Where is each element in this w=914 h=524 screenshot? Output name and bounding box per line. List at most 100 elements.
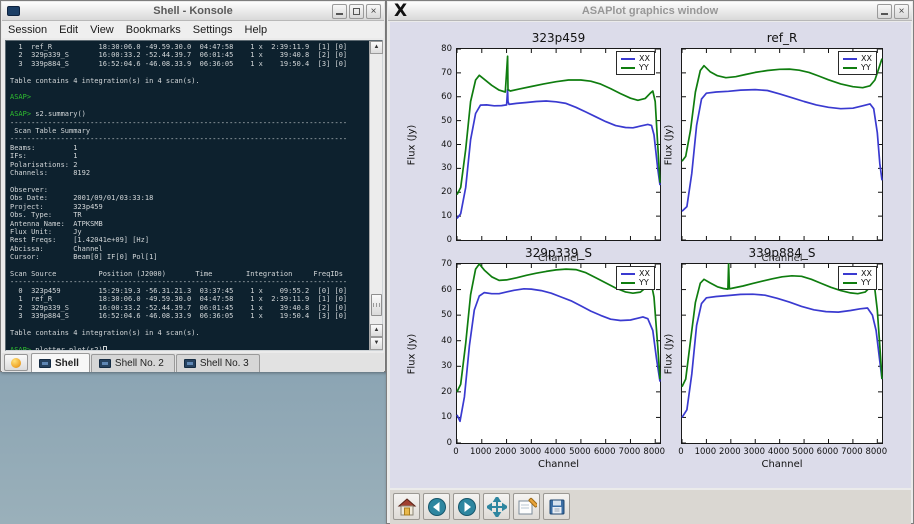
- subplot-339p884_S: [681, 263, 883, 444]
- series-YY: [457, 56, 660, 194]
- legend-line-XX: [621, 273, 635, 275]
- home-icon: [397, 497, 417, 517]
- subplots-button[interactable]: [513, 493, 540, 520]
- legend-entry-XX: XX: [621, 54, 650, 63]
- terminal-cursor: [103, 346, 107, 350]
- new-session-icon: [11, 358, 21, 368]
- series-XX: [682, 294, 882, 417]
- minimize-button[interactable]: [877, 4, 892, 19]
- menu-edit[interactable]: Edit: [53, 23, 84, 37]
- back-button[interactable]: [423, 493, 450, 520]
- yaxis-label: Flux (Jy): [664, 333, 675, 374]
- menu-session[interactable]: Session: [2, 23, 53, 37]
- save-button[interactable]: [543, 493, 570, 520]
- series-XX: [457, 289, 660, 422]
- ytick-label: 20: [426, 387, 452, 397]
- minimize-button[interactable]: [332, 4, 347, 19]
- tab-shell[interactable]: Shell: [31, 353, 90, 372]
- tab-shell-no-3[interactable]: Shell No. 3: [176, 354, 260, 372]
- legend-label: XX: [861, 54, 872, 63]
- legend-line-XX: [621, 58, 635, 60]
- yaxis-label: Flux (Jy): [407, 333, 418, 374]
- scroll-down-icon[interactable]: ▼: [370, 337, 383, 350]
- subplot-ref_R: [681, 48, 883, 241]
- back-icon: [427, 497, 447, 517]
- konsole-window-title: Shell - Konsole: [2, 5, 384, 17]
- menu-settings[interactable]: Settings: [187, 23, 239, 37]
- menu-bookmarks[interactable]: Bookmarks: [120, 23, 187, 37]
- legend-label: XX: [639, 54, 650, 63]
- legend-line-XX: [843, 58, 857, 60]
- subplots-icon: [517, 497, 537, 517]
- desktop: Shell - Konsole × SessionEditViewBookmar…: [0, 0, 914, 524]
- legend-label: YY: [861, 278, 871, 287]
- subplot-323p459: [456, 48, 661, 241]
- xtick-label: 8000: [639, 447, 669, 457]
- ytick-label: 30: [426, 361, 452, 371]
- scroll-up2-icon[interactable]: ▲: [370, 324, 383, 337]
- ytick-label: 10: [426, 412, 452, 422]
- legend-label: YY: [861, 63, 871, 72]
- ytick-label: 70: [426, 68, 452, 78]
- legend-label: XX: [861, 269, 872, 278]
- ytick-label: 0: [426, 235, 452, 245]
- legend-entry-YY: YY: [621, 278, 650, 287]
- asaplot-titlebar[interactable]: X ASAPlot graphics window ×: [388, 2, 912, 21]
- plot-title-339p884_S: 339p884_S: [681, 246, 883, 260]
- ytick-label: 70: [426, 259, 452, 269]
- legend-label: YY: [639, 278, 649, 287]
- terminal-area[interactable]: 1 ref_R 18:30:06.0 -49.59.30.0 04:47:58 …: [5, 40, 383, 351]
- pan-button[interactable]: [483, 493, 510, 520]
- forward-button[interactable]: [453, 493, 480, 520]
- legend-entry-XX: XX: [843, 269, 872, 278]
- legend: XXYY: [838, 51, 877, 75]
- series-XX: [457, 90, 660, 219]
- legend-entry-YY: YY: [843, 278, 872, 287]
- plot-title-ref_R: ref_R: [681, 31, 883, 45]
- legend-entry-XX: XX: [843, 54, 872, 63]
- ytick-label: 20: [426, 187, 452, 197]
- xaxis-label: Channel: [456, 459, 661, 470]
- legend-label: XX: [639, 269, 650, 278]
- ytick-label: 50: [426, 310, 452, 320]
- yaxis-label: Flux (Jy): [407, 124, 418, 165]
- terminal-icon: [39, 359, 51, 368]
- save-icon: [547, 497, 567, 517]
- konsole-titlebar[interactable]: Shell - Konsole ×: [2, 2, 384, 21]
- legend-line-XX: [843, 273, 857, 275]
- home-button[interactable]: [393, 493, 420, 520]
- new-session-button[interactable]: [4, 354, 28, 371]
- asaplot-window: X ASAPlot graphics window × Channel323p4…: [386, 0, 914, 524]
- legend-entry-YY: YY: [621, 63, 650, 72]
- session-tabbar: Shell Shell No. 2 Shell No. 3: [2, 353, 384, 372]
- ytick-label: 10: [426, 211, 452, 221]
- scrollbar-thumb[interactable]: [371, 294, 382, 316]
- ytick-label: 30: [426, 163, 452, 173]
- legend-line-YY: [621, 67, 635, 69]
- ytick-label: 60: [426, 285, 452, 295]
- konsole-menubar: SessionEditViewBookmarksSettingsHelp: [2, 21, 384, 38]
- menu-view[interactable]: View: [84, 23, 120, 37]
- legend-entry-YY: YY: [843, 63, 872, 72]
- scroll-up-icon[interactable]: ▲: [370, 41, 383, 54]
- terminal-scrollbar[interactable]: ▲ ▲ ▼: [369, 41, 382, 350]
- series-XX: [682, 90, 882, 212]
- tab-shell-no-2[interactable]: Shell No. 2: [91, 354, 175, 372]
- ytick-label: 40: [426, 336, 452, 346]
- legend: XXYY: [616, 266, 655, 290]
- maximize-button[interactable]: [349, 4, 364, 19]
- tab-label: Shell No. 2: [115, 358, 164, 369]
- legend-label: YY: [639, 63, 649, 72]
- terminal-icon: [99, 359, 111, 368]
- menu-help[interactable]: Help: [239, 23, 274, 37]
- pan-icon: [487, 497, 507, 517]
- legend-line-YY: [843, 67, 857, 69]
- plot-toolbar: [390, 490, 911, 524]
- legend: XXYY: [838, 266, 877, 290]
- xaxis-label: Channel: [681, 459, 883, 470]
- forward-icon: [457, 497, 477, 517]
- close-button[interactable]: ×: [894, 4, 909, 19]
- tab-label: Shell: [55, 358, 79, 369]
- close-button[interactable]: ×: [366, 4, 381, 19]
- yaxis-label: Flux (Jy): [664, 124, 675, 165]
